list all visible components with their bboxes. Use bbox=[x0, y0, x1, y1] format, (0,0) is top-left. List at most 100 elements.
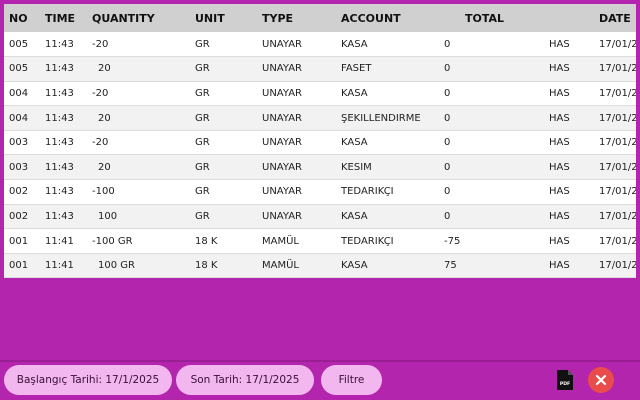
cell-time: 11:43 bbox=[45, 63, 74, 75]
cell-no: 002 bbox=[9, 210, 29, 222]
cell-account: KASA bbox=[341, 38, 368, 50]
cell-currency: HAS bbox=[549, 235, 570, 247]
cell-currency: HAS bbox=[549, 186, 570, 198]
cell-quantity: -100 GR bbox=[92, 235, 133, 247]
cell-no: 005 bbox=[9, 63, 29, 75]
pdf-icon-text: PDF bbox=[560, 381, 570, 387]
cell-account: KASA bbox=[341, 210, 368, 222]
cell-no: 002 bbox=[9, 186, 29, 198]
cell-no: 004 bbox=[9, 112, 29, 124]
table-row[interactable]: 003 11:43 -20 GR UNAYAR KASA 0 HAS 17/01/2025 bbox=[4, 130, 636, 155]
cell-total: 0 bbox=[444, 186, 451, 198]
cell-type: UNAYAR bbox=[262, 161, 302, 173]
cell-currency: HAS bbox=[549, 210, 570, 222]
bottom-toolbar: Başlangıç Tarihi: 17/1/2025 Son Tarih: 1… bbox=[0, 360, 640, 400]
transactions-table: NO TIME QUANTITY UNIT TYPE ACCOUNT TOTAL… bbox=[4, 4, 636, 278]
cell-type: UNAYAR bbox=[262, 38, 302, 50]
table-row[interactable]: 003 11:43 20 GR UNAYAR KESIM 0 HAS 17/01/2025 bbox=[4, 154, 636, 180]
cell-unit: GR bbox=[195, 186, 210, 198]
header-time: TIME bbox=[45, 11, 76, 25]
cell-total: 0 bbox=[444, 137, 451, 149]
cell-type: MAMÜL bbox=[262, 260, 299, 272]
cell-quantity: 20 bbox=[98, 161, 111, 173]
cell-total: 0 bbox=[444, 63, 451, 75]
cell-time: 11:43 bbox=[45, 161, 74, 173]
header-date: DATE bbox=[599, 11, 631, 25]
cell-currency: HAS bbox=[549, 87, 570, 99]
cell-date: 17/01/2025 bbox=[599, 161, 636, 173]
cell-total: 0 bbox=[444, 38, 451, 50]
table-row[interactable]: 005 11:43 20 GR UNAYAR FASET 0 HAS 17/01/2025 bbox=[4, 56, 636, 82]
filter-button[interactable]: Filtre bbox=[321, 365, 382, 395]
table-row[interactable]: 002 11:43 100 GR UNAYAR KASA 0 HAS 17/01/2025 bbox=[4, 204, 636, 229]
cell-quantity: -100 bbox=[92, 186, 115, 198]
cell-unit: GR bbox=[195, 137, 210, 149]
cell-total: 0 bbox=[444, 87, 451, 99]
cell-type: UNAYAR bbox=[262, 210, 302, 222]
cell-quantity: 20 bbox=[98, 112, 111, 124]
cell-total: 0 bbox=[444, 112, 451, 124]
header-total: TOTAL bbox=[465, 11, 505, 25]
cell-no: 005 bbox=[9, 38, 29, 50]
cell-account: TEDARIKÇI bbox=[341, 186, 394, 198]
cell-type: UNAYAR bbox=[262, 137, 302, 149]
cell-currency: HAS bbox=[549, 38, 570, 50]
cell-time: 11:41 bbox=[45, 235, 74, 247]
cell-time: 11:43 bbox=[45, 87, 74, 99]
transactions-panel: NO TIME QUANTITY UNIT TYPE ACCOUNT TOTAL… bbox=[4, 4, 636, 358]
cell-quantity: 100 GR bbox=[98, 260, 135, 272]
cell-account: ŞEKILLENDIRME bbox=[341, 112, 421, 124]
table-row[interactable]: 002 11:43 -100 GR UNAYAR TEDARIKÇI 0 HAS 17/01/2… bbox=[4, 179, 636, 205]
header-unit: UNIT bbox=[195, 11, 225, 25]
header-no: NO bbox=[9, 11, 28, 25]
cell-date: 17/01/2025 bbox=[599, 38, 636, 50]
header-currency bbox=[549, 4, 599, 32]
pdf-file-icon: PDF bbox=[557, 370, 573, 390]
cell-time: 11:43 bbox=[45, 137, 74, 149]
cell-currency: HAS bbox=[549, 63, 570, 75]
cell-currency: HAS bbox=[549, 161, 570, 173]
cell-currency: HAS bbox=[549, 112, 570, 124]
cell-unit: 18 K bbox=[195, 235, 218, 247]
cell-unit: 18 K bbox=[195, 260, 218, 272]
cell-no: 003 bbox=[9, 137, 29, 149]
table-row[interactable]: 001 11:41 -100 GR 18 K MAMÜL TEDARIKÇI -75 HAS 1… bbox=[4, 228, 636, 254]
start-date-button[interactable]: Başlangıç Tarihi: 17/1/2025 bbox=[4, 365, 172, 395]
header-account: ACCOUNT bbox=[341, 11, 401, 25]
cell-no: 001 bbox=[9, 235, 29, 247]
table-header-row: NO TIME QUANTITY UNIT TYPE ACCOUNT TOTAL… bbox=[4, 4, 636, 32]
cell-time: 11:43 bbox=[45, 186, 74, 198]
end-date-button[interactable]: Son Tarih: 17/1/2025 bbox=[176, 365, 314, 395]
table-row[interactable]: 004 11:43 20 GR UNAYAR ŞEKILLENDIRME 0 HAS 17/01… bbox=[4, 105, 636, 131]
cell-type: UNAYAR bbox=[262, 186, 302, 198]
close-button[interactable] bbox=[588, 367, 614, 393]
cell-time: 11:41 bbox=[45, 260, 74, 272]
pdf-export-button[interactable]: PDF bbox=[556, 369, 574, 391]
cell-no: 004 bbox=[9, 87, 29, 99]
cell-type: MAMÜL bbox=[262, 235, 299, 247]
table-row[interactable]: 001 11:41 100 GR 18 K MAMÜL KASA 75 HAS 17/01/20… bbox=[4, 253, 636, 278]
cell-date: 17/01/2025 bbox=[599, 137, 636, 149]
cell-time: 11:43 bbox=[45, 112, 74, 124]
cell-date: 17/01/2025 bbox=[599, 186, 636, 198]
cell-currency: HAS bbox=[549, 260, 570, 272]
cell-unit: GR bbox=[195, 161, 210, 173]
cell-total: 0 bbox=[444, 210, 451, 222]
cell-currency: HAS bbox=[549, 137, 570, 149]
cell-account: KASA bbox=[341, 137, 368, 149]
cell-time: 11:43 bbox=[45, 210, 74, 222]
table-row[interactable]: 005 11:43 -20 GR UNAYAR KASA 0 HAS 17/01/2025 bbox=[4, 32, 636, 57]
cell-unit: GR bbox=[195, 210, 210, 222]
cell-unit: GR bbox=[195, 87, 210, 99]
cell-account: KESIM bbox=[341, 161, 372, 173]
cell-quantity: -20 bbox=[92, 137, 109, 149]
cell-unit: GR bbox=[195, 38, 210, 50]
table-row[interactable]: 004 11:43 -20 GR UNAYAR KASA 0 HAS 17/01/2025 bbox=[4, 81, 636, 106]
cell-type: UNAYAR bbox=[262, 63, 302, 75]
cell-total: -75 bbox=[444, 235, 461, 247]
close-icon bbox=[595, 374, 607, 386]
cell-date: 17/01/2025 bbox=[599, 210, 636, 222]
cell-time: 11:43 bbox=[45, 38, 74, 50]
cell-quantity: 100 bbox=[98, 210, 118, 222]
cell-account: FASET bbox=[341, 63, 372, 75]
